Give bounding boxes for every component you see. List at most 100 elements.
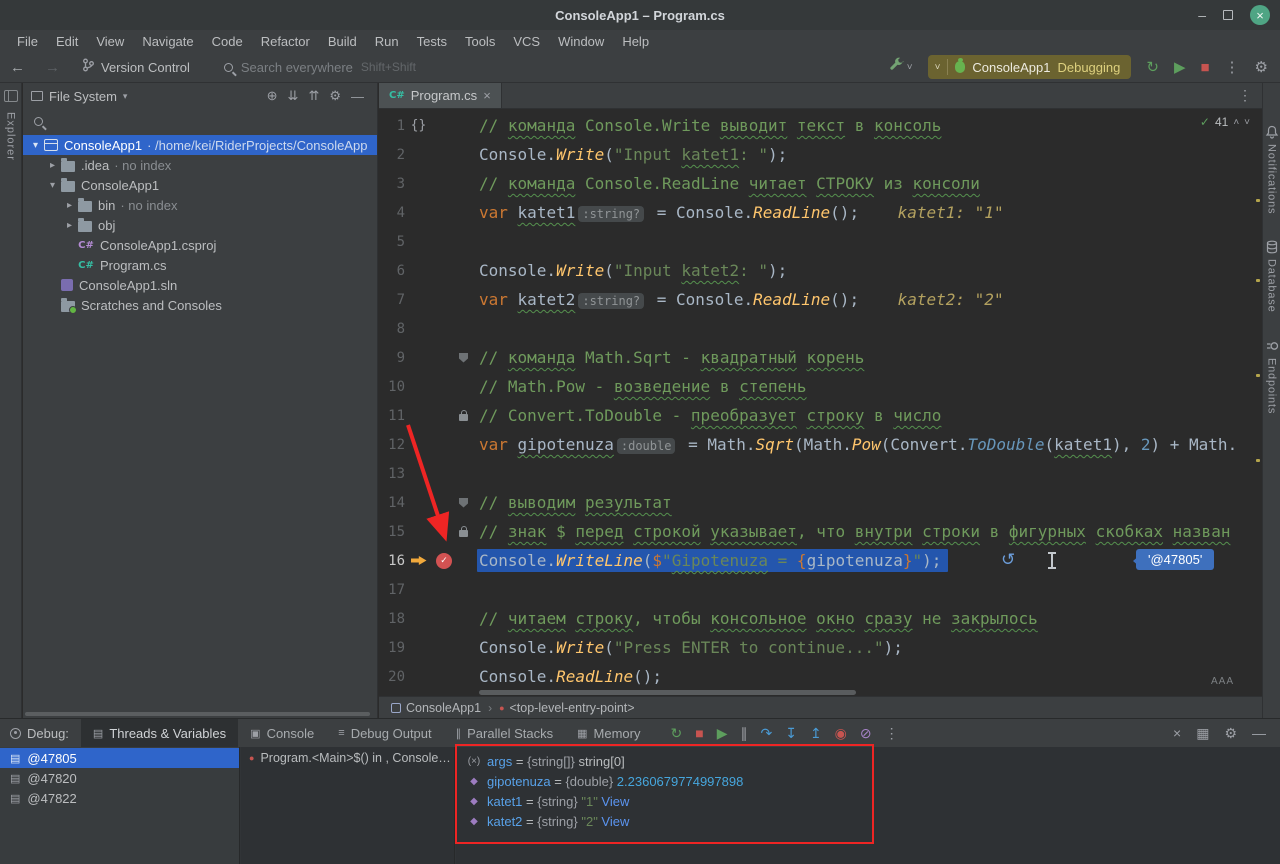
menu-item-run[interactable]: Run — [366, 32, 408, 51]
code-line-17[interactable]: 17 — [379, 575, 1262, 604]
line-number[interactable]: 15 — [379, 524, 405, 540]
code-line-8[interactable]: 8 — [379, 314, 1262, 343]
jump-to-execution-icon[interactable]: ↺ — [1001, 550, 1015, 570]
prev-problem-icon[interactable]: ˄ — [1233, 117, 1239, 128]
code-line-4[interactable]: 4var katet1:string? = Console.ReadLine()… — [379, 198, 1262, 227]
menu-item-window[interactable]: Window — [549, 32, 613, 51]
line-number[interactable]: 10 — [379, 379, 405, 395]
tree-search-row[interactable] — [23, 109, 377, 133]
options-icon[interactable]: ⚙ — [324, 88, 346, 104]
line-number[interactable]: 20 — [379, 669, 405, 685]
layout-settings-icon[interactable]: ▦ — [1196, 726, 1209, 740]
toolwindow-button-endpoints[interactable]: Endpoints — [1265, 339, 1279, 414]
expander-icon[interactable]: ▸ — [61, 200, 78, 211]
hide-icon[interactable]: — — [1252, 726, 1266, 740]
line-number[interactable]: 8 — [379, 321, 405, 337]
code-line-20[interactable]: 20Console.ReadLine(); — [379, 662, 1262, 691]
tree-item-consoleapp1[interactable]: ▾ConsoleApp1 · /home/kei/RiderProjects/C… — [23, 135, 377, 155]
code-line-5[interactable]: 5 — [379, 227, 1262, 256]
toolwindow-button-database[interactable]: Database — [1265, 240, 1279, 313]
expander-icon[interactable]: ▾ — [44, 180, 61, 191]
tree-item-scratches-and-consoles[interactable]: Scratches and Consoles — [23, 295, 377, 315]
horizontal-scrollbar[interactable] — [25, 712, 370, 716]
more-icon[interactable]: ⋮ — [1228, 83, 1262, 108]
more-icon[interactable]: ⋮ — [885, 726, 899, 740]
step-over-icon[interactable]: ↷ — [760, 726, 772, 740]
thread-row-47820[interactable]: ▤@47820 — [0, 768, 239, 788]
region-marker-icon[interactable] — [459, 353, 468, 363]
breadcrumb-consoleapp1[interactable]: ConsoleApp1 — [391, 701, 481, 715]
expand-all-icon[interactable]: ⇊ — [283, 88, 304, 104]
expander-icon[interactable]: ▸ — [44, 160, 61, 171]
code-line-1[interactable]: 1{}// команда Console.Write выводит текс… — [379, 111, 1262, 140]
code-line-18[interactable]: 18// читаем строку, чтобы консольное окн… — [379, 604, 1262, 633]
chevron-down-icon[interactable]: ▾ — [123, 91, 128, 102]
region-marker-icon[interactable] — [459, 498, 468, 508]
execution-pointer-icon[interactable] — [411, 556, 427, 565]
line-number[interactable]: 17 — [379, 582, 405, 598]
rerun-debug-icon[interactable]: ↻ — [1146, 60, 1159, 75]
resume-icon[interactable]: ▶ — [717, 726, 728, 740]
settings-icon[interactable]: ⚙ — [1255, 60, 1268, 75]
tab-parallel-stacks[interactable]: ∥Parallel Stacks — [444, 719, 565, 747]
menu-item-tests[interactable]: Tests — [408, 32, 456, 51]
line-number[interactable]: 18 — [379, 611, 405, 627]
tree-item-bin[interactable]: ▸bin · no index — [23, 195, 377, 215]
line-number[interactable]: 11 — [379, 408, 405, 424]
menu-item-tools[interactable]: Tools — [456, 32, 504, 51]
menu-item-code[interactable]: Code — [203, 32, 252, 51]
line-number[interactable]: 14 — [379, 495, 405, 511]
tree-item-consoleapp1-csproj[interactable]: C#ConsoleApp1.csproj — [23, 235, 377, 255]
code-line-15[interactable]: 15// знак $ перед строкой указывает, что… — [379, 517, 1262, 546]
menu-item-vcs[interactable]: VCS — [504, 32, 549, 51]
code-line-14[interactable]: 14// выводим результат — [379, 488, 1262, 517]
tab-console[interactable]: ▣Console — [238, 719, 326, 747]
code-line-6[interactable]: 6Console.Write("Input katet2: "); — [379, 256, 1262, 285]
tool-window-icon[interactable] — [4, 90, 18, 102]
step-into-icon[interactable]: ↧ — [785, 726, 797, 740]
line-number[interactable]: 19 — [379, 640, 405, 656]
line-number[interactable]: 3 — [379, 176, 405, 192]
line-number[interactable]: 12 — [379, 437, 405, 453]
tab-close-icon[interactable]: × — [483, 88, 491, 103]
line-number[interactable]: 7 — [379, 292, 405, 308]
mute-breakpoints-icon[interactable]: ⊘ — [860, 726, 872, 740]
code-line-19[interactable]: 19Console.Write("Press ENTER to continue… — [379, 633, 1262, 662]
toolwindow-button-notifications[interactable]: Notifications — [1265, 125, 1279, 214]
line-number[interactable]: 4 — [379, 205, 405, 221]
variable-row-gipotenuza[interactable]: ◆gipotenuza = {double} 2.236067977499789… — [456, 771, 1280, 791]
step-out-icon[interactable]: ↥ — [810, 726, 822, 740]
stack-frame-row[interactable]: ● Program.<Main>$() in , Console… — [241, 748, 454, 768]
tree-item-idea[interactable]: ▸.idea · no index — [23, 155, 377, 175]
tree-item-obj[interactable]: ▸obj — [23, 215, 377, 235]
stop-icon[interactable]: ■ — [695, 726, 703, 740]
code-line-12[interactable]: 12var gipotenuza:double = Math.Sqrt(Math… — [379, 430, 1262, 459]
code-line-11[interactable]: 11// Convert.ToDouble - преобразует стро… — [379, 401, 1262, 430]
line-number[interactable]: 13 — [379, 466, 405, 482]
close-icon[interactable]: × — [1250, 5, 1270, 25]
code-line-7[interactable]: 7var katet2:string? = Console.ReadLine()… — [379, 285, 1262, 314]
toolwindow-explorer[interactable]: Explorer — [5, 112, 17, 161]
code-line-10[interactable]: 10// Math.Pow - возведение в степень — [379, 372, 1262, 401]
collapse-all-icon[interactable]: ⇈ — [303, 88, 324, 104]
version-control-widget[interactable]: Version Control — [82, 58, 190, 77]
menu-item-file[interactable]: File — [8, 32, 47, 51]
view-link[interactable]: View — [598, 794, 630, 809]
line-number[interactable]: 5 — [379, 234, 405, 250]
expander-icon[interactable]: ▸ — [61, 220, 78, 231]
breadcrumb-top-level-entry-point[interactable]: ●<top-level-entry-point> — [499, 701, 635, 715]
code-line-2[interactable]: 2Console.Write("Input katet1: "); — [379, 140, 1262, 169]
tree-item-consoleapp1[interactable]: ▾ConsoleApp1 — [23, 175, 377, 195]
code-area[interactable]: 1{}// команда Console.Write выводит текс… — [379, 109, 1262, 696]
stop-icon[interactable]: ■ — [1200, 60, 1209, 75]
thread-row-47805[interactable]: ▤@47805 — [0, 748, 239, 768]
line-number[interactable]: 1 — [379, 118, 405, 134]
back-icon[interactable]: ← — [0, 59, 35, 76]
forward-icon[interactable]: → — [35, 59, 70, 76]
tree-item-program-cs[interactable]: C#Program.cs — [23, 255, 377, 275]
tab-debug-output[interactable]: ≡Debug Output — [326, 719, 443, 747]
more-icon[interactable]: ⋮ — [1225, 60, 1240, 75]
tree-item-consoleapp1-sln[interactable]: ConsoleApp1.sln — [23, 275, 377, 295]
tab-memory[interactable]: ▦Memory — [565, 719, 652, 747]
settings-icon[interactable]: ⚙ — [1224, 726, 1237, 740]
